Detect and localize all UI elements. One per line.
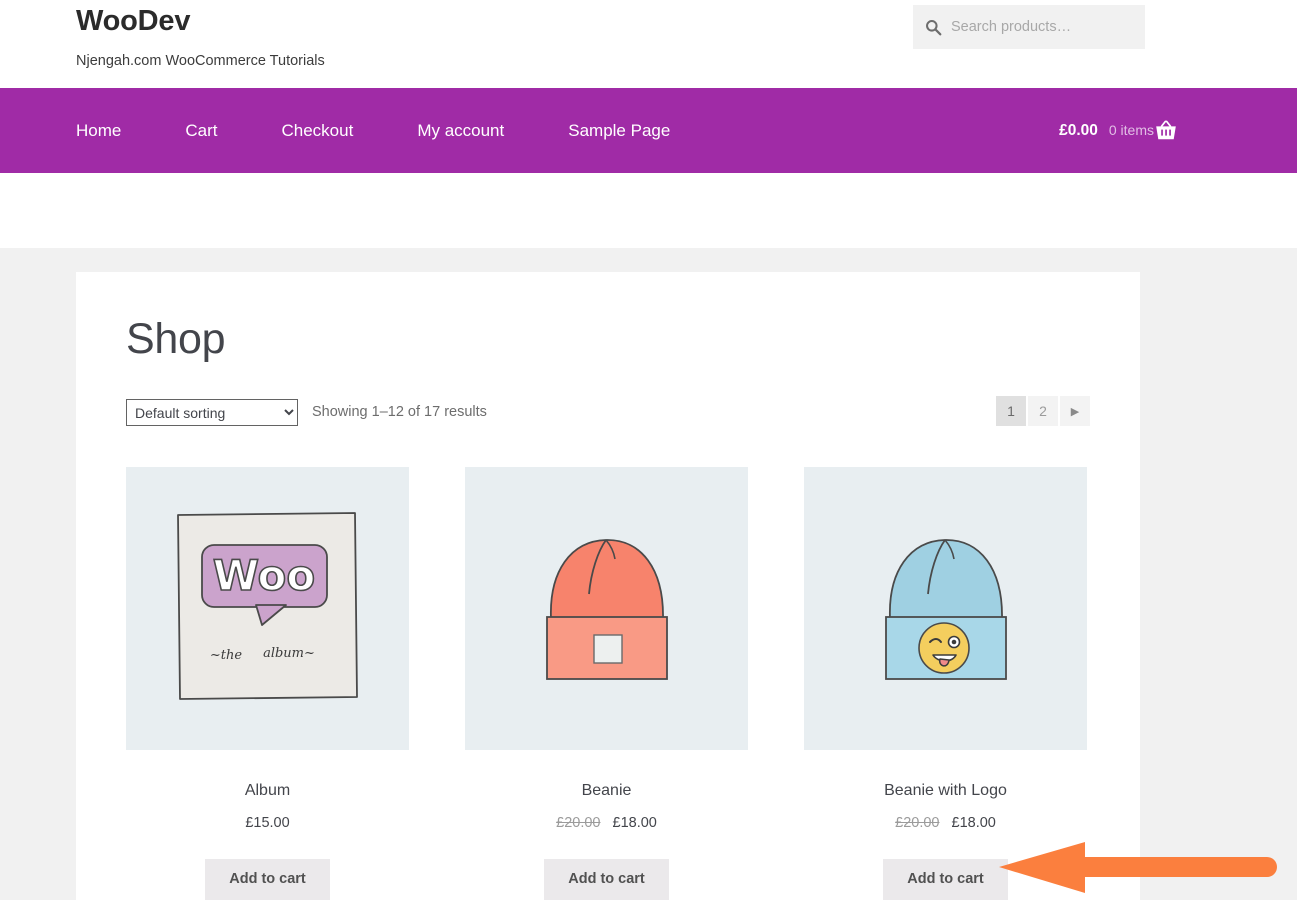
site-header: WooDev Njengah.com WooCommerce Tutorials [0,0,1297,88]
add-to-cart-button[interactable]: Add to cart [883,859,1008,900]
cart-item-count: 0 items [1108,121,1154,138]
cart-total-amount: £0.00 [1059,121,1098,139]
product-image-link[interactable] [804,467,1087,750]
primary-navigation: Home Cart Checkout My account Sample Pag… [0,88,1297,173]
blue-beanie-with-emoji-logo-image [804,467,1087,750]
search-input[interactable] [951,19,1133,35]
product-image-link[interactable]: Woo ~the album~ [126,467,409,750]
woo-the-album-cover-image: Woo ~the album~ [126,467,409,750]
page-background: Shop Default sorting Sort by popularity … [0,248,1297,900]
product-image-link[interactable] [465,467,748,750]
site-branding: WooDev Njengah.com WooCommerce Tutorials [76,4,325,70]
site-title[interactable]: WooDev [76,4,325,39]
nav-item-sample-page[interactable]: Sample Page [568,122,670,139]
pagination-page-2[interactable]: 2 [1028,396,1058,426]
pagination-page-1[interactable]: 1 [996,396,1026,426]
pagination: 1 2 ▶ [996,396,1090,426]
product-price: £20.00 £18.00 [465,815,748,831]
pagination-next-button[interactable]: ▶ [1060,396,1090,426]
nav-item-my-account[interactable]: My account [417,122,536,139]
product-sale-price: £18.00 [951,815,996,832]
header-spacer [0,173,1297,248]
nav-links: Home Cart Checkout My account Sample Pag… [76,122,670,139]
shop-content-card: Shop Default sorting Sort by popularity … [76,272,1140,900]
product-sale-price: £18.00 [612,815,657,832]
add-to-cart-button[interactable]: Add to cart [205,859,330,900]
nav-item-home[interactable]: Home [76,122,153,139]
product-price: £20.00 £18.00 [804,815,1087,831]
shop-toolbar: Default sorting Sort by popularity Sort … [126,396,1090,431]
product-regular-price: £20.00 [556,815,601,832]
svg-text:Woo: Woo [213,551,316,600]
product-search-form[interactable] [913,5,1145,49]
cart-summary[interactable]: £0.00 0 items [1059,122,1154,140]
salmon-beanie-image [465,467,748,750]
product-title[interactable]: Album [126,781,409,800]
product-card[interactable]: Beanie with Logo £20.00 £18.00 Add to ca… [804,467,1087,900]
nav-item-cart[interactable]: Cart [185,122,249,139]
product-title[interactable]: Beanie [465,781,748,800]
add-to-cart-button[interactable]: Add to cart [544,859,669,900]
shopping-basket-icon[interactable] [1153,118,1179,144]
product-card[interactable]: Beanie £20.00 £18.00 Add to cart [465,467,748,900]
svg-text:album~: album~ [263,646,315,661]
sorting-select[interactable]: Default sorting Sort by popularity Sort … [126,399,298,426]
page-title: Shop [126,315,226,363]
product-price-amount: £15.00 [245,815,290,832]
site-tagline: Njengah.com WooCommerce Tutorials [76,52,325,69]
product-title[interactable]: Beanie with Logo [804,781,1087,800]
basket-glyph [1156,120,1176,139]
svg-text:~the: ~the [210,648,242,663]
product-grid: Woo ~the album~ Album £15.00 Add to cart [126,467,1090,900]
product-price: £15.00 [126,815,409,831]
product-regular-price: £20.00 [895,815,940,832]
search-icon [926,19,942,35]
nav-item-checkout[interactable]: Checkout [281,122,385,139]
product-card[interactable]: Woo ~the album~ Album £15.00 Add to cart [126,467,409,900]
result-count: Showing 1–12 of 17 results [312,404,487,420]
